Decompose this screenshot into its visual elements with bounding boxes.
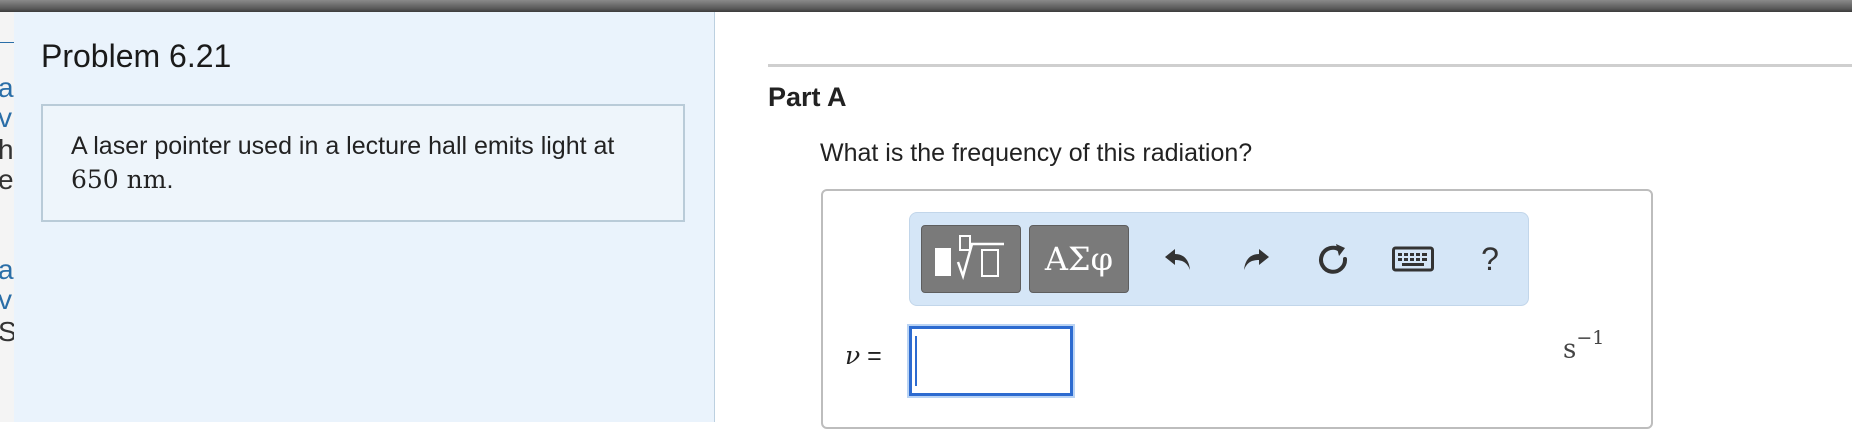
left-edge-fragment: ha <box>0 136 14 164</box>
problem-statement-box: A laser pointer used in a lecture hall e… <box>41 104 685 222</box>
problem-statement: A laser pointer used in a lecture hall e… <box>71 130 661 197</box>
variable-symbol: ν <box>845 341 861 370</box>
keyboard-icon <box>1392 246 1434 272</box>
unit-exponent: −1 <box>1576 327 1605 349</box>
left-edge-fragment: e <box>0 166 14 194</box>
part-pane: Part A What is the frequency of this rad… <box>715 12 1852 429</box>
redo-button[interactable] <box>1226 225 1286 293</box>
greek-symbols-button[interactable]: ΑΣφ <box>1029 225 1129 293</box>
left-edge-fragment[interactable]: v <box>0 104 12 132</box>
window-top-bar <box>0 0 1852 12</box>
left-edge-fragment: S <box>0 318 14 346</box>
equals-sign: = <box>867 342 882 370</box>
reset-icon <box>1319 244 1348 274</box>
unit-base: s <box>1563 334 1577 365</box>
left-edge-fragment[interactable]: at <box>0 256 14 284</box>
help-icon: ? <box>1481 240 1499 277</box>
keyboard-button[interactable] <box>1383 225 1443 293</box>
problem-statement-value: 650 nm <box>71 165 167 194</box>
undo-icon <box>1165 249 1190 270</box>
left-edge-rule <box>0 42 14 43</box>
problem-statement-text: A laser pointer used in a lecture hall e… <box>71 132 615 160</box>
part-divider <box>768 64 1852 67</box>
unit-label: s−1 <box>1563 327 1604 365</box>
left-edge-fragment[interactable]: at <box>0 74 14 102</box>
problem-pane: Problem 6.21 A laser pointer used in a l… <box>14 12 715 422</box>
question-text: What is the frequency of this radiation? <box>820 139 1253 167</box>
problem-statement-end: . <box>166 166 174 194</box>
math-toolbar: ΑΣφ ? <box>909 212 1529 306</box>
templates-button[interactable] <box>921 225 1021 293</box>
variable-label: ν = <box>845 341 882 371</box>
text-caret <box>915 336 917 386</box>
undo-button[interactable] <box>1148 225 1208 293</box>
help-button[interactable]: ? <box>1460 225 1520 293</box>
problem-title: Problem 6.21 <box>41 38 232 74</box>
answer-box: ΑΣφ ? ν = s−1 <box>821 189 1653 429</box>
reset-button[interactable] <box>1303 225 1363 293</box>
answer-input[interactable] <box>909 326 1073 396</box>
redo-icon <box>1244 249 1269 270</box>
templates-icon <box>935 235 1004 281</box>
left-edge-clipped-panel: at v ha e at v S <box>0 12 15 422</box>
left-edge-fragment[interactable]: v <box>0 286 12 314</box>
part-label: Part A <box>768 82 847 112</box>
